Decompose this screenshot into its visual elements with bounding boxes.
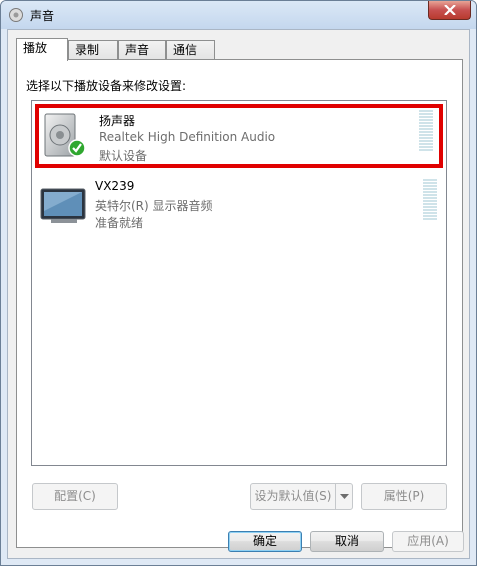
monitor-icon [40, 188, 86, 223]
device-name: 扬声器 [99, 114, 136, 128]
speaker-icon [44, 113, 86, 157]
apply-button[interactable]: 应用(A) [392, 531, 464, 552]
chevron-down-icon [340, 494, 349, 499]
dialog-client-area: 播放 录制 声音 通信 选择以下播放设备来修改设置: 扬声器 Realtek H… [7, 29, 470, 559]
cancel-button[interactable]: 取消 [310, 531, 384, 552]
set-default-dropdown[interactable] [335, 484, 352, 509]
set-default-button[interactable]: 设为默认值(S) [250, 483, 353, 510]
window-title: 声音 [30, 9, 55, 23]
volume-meter [419, 110, 433, 154]
device-item-speakers[interactable]: 扬声器 Realtek High Definition Audio 默认设备 [35, 104, 443, 168]
tab-playback[interactable]: 播放 [16, 38, 68, 61]
close-button[interactable] [428, 1, 471, 20]
device-status: 默认设备 [99, 149, 148, 163]
playback-device-list[interactable]: 扬声器 Realtek High Definition Audio 默认设备 V… [31, 100, 447, 466]
tab-recording[interactable]: 录制 [68, 40, 118, 60]
configure-button[interactable]: 配置(C) [32, 483, 118, 510]
panel-instruction: 选择以下播放设备来修改设置: [26, 79, 187, 93]
ok-button[interactable]: 确定 [228, 531, 302, 552]
title-bar[interactable]: 声音 [1, 1, 476, 29]
sound-dialog-window: 声音 播放 录制 声音 通信 选择以下播放设备来修改设置: 扬声器 Realte… [0, 0, 477, 566]
set-default-label: 设为默认值(S) [254, 489, 332, 503]
close-icon [444, 5, 456, 15]
tab-sounds[interactable]: 声音 [118, 40, 166, 60]
sound-settings-icon [9, 8, 23, 22]
volume-meter [423, 179, 437, 223]
device-name: VX239 [95, 179, 135, 193]
device-description: 英特尔(R) 显示器音频 [95, 199, 213, 213]
device-item-vx239[interactable]: VX239 英特尔(R) 显示器音频 准备就绪 [35, 173, 443, 237]
device-description: Realtek High Definition Audio [99, 130, 276, 144]
properties-button[interactable]: 属性(P) [361, 483, 447, 510]
device-status: 准备就绪 [95, 216, 144, 230]
tab-communications[interactable]: 通信 [166, 40, 215, 60]
playback-panel: 选择以下播放设备来修改设置: 扬声器 Realtek High Definiti… [16, 59, 463, 548]
